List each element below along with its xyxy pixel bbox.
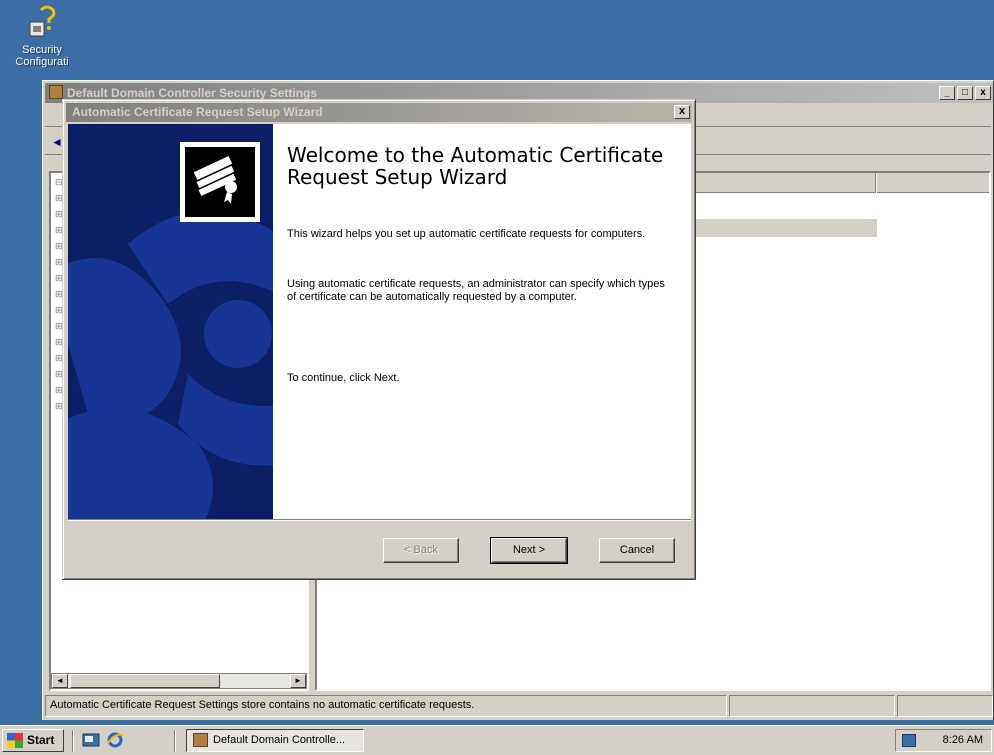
clock[interactable]: 8:26 AM xyxy=(943,730,983,751)
mmc-window-icon xyxy=(193,733,208,747)
scroll-left-icon[interactable]: ◄ xyxy=(52,674,68,688)
tree-expander-icon[interactable]: ⊞ xyxy=(55,401,63,411)
status-bar: Automatic Certificate Request Settings s… xyxy=(45,695,993,717)
tree-horizontal-scrollbar[interactable]: ◄ ► xyxy=(51,673,307,689)
windows-flag-icon xyxy=(7,733,23,748)
wizard-dialog: Automatic Certificate Request Setup Wiza… xyxy=(62,99,696,580)
network-icon[interactable] xyxy=(902,734,916,747)
tree-expander-icon[interactable]: ⊞ xyxy=(55,257,63,267)
wizard-content: Welcome to the Automatic Certificate Req… xyxy=(273,124,691,519)
tree-expander-icon[interactable]: ⊞ xyxy=(55,321,63,331)
status-cell xyxy=(729,695,895,717)
taskbar: Start Default Domain Controlle... 8:26 A… xyxy=(0,725,994,755)
wizard-heading: Welcome to the Automatic Certificate Req… xyxy=(287,143,664,189)
show-desktop-icon[interactable] xyxy=(82,731,100,749)
tree-expander-icon[interactable]: ⊞ xyxy=(55,289,63,299)
start-label: Start xyxy=(27,733,55,747)
toolbar-separator xyxy=(72,730,74,752)
tree-expander-icon[interactable]: ⊞ xyxy=(55,353,63,363)
tree-expander-icon[interactable]: ⊞ xyxy=(55,209,63,219)
status-cell xyxy=(897,695,993,717)
scroll-right-icon[interactable]: ► xyxy=(290,674,306,688)
status-text: Automatic Certificate Request Settings s… xyxy=(45,695,727,717)
cancel-button[interactable]: Cancel xyxy=(599,538,675,563)
maximize-button[interactable]: □ xyxy=(957,86,973,100)
wizard-divider xyxy=(68,519,691,521)
wizard-title-text: Automatic Certificate Request Setup Wiza… xyxy=(72,105,323,119)
toolbar-separator xyxy=(174,730,176,752)
mmc-window-icon xyxy=(49,85,63,99)
close-button[interactable]: x xyxy=(975,86,991,100)
desktop-icon-security-configuration[interactable]: Security Configurati xyxy=(10,4,74,68)
minimize-button[interactable]: _ xyxy=(939,86,955,100)
wizard-intro-text: This wizard helps you set up automatic c… xyxy=(287,228,646,240)
wizard-banner xyxy=(68,124,273,519)
tree-expander-icon[interactable]: ⊞ xyxy=(55,385,63,395)
mmc-title-text: Default Domain Controller Security Setti… xyxy=(67,86,318,100)
wizard-close-button[interactable]: x xyxy=(674,105,690,119)
taskbar-button-mmc[interactable]: Default Domain Controlle... xyxy=(186,729,364,752)
wizard-continue-text: To continue, click Next. xyxy=(287,372,400,384)
wizard-description-text: Using automatic certificate requests, an… xyxy=(287,278,665,303)
next-button[interactable]: Next > xyxy=(490,537,568,564)
tree-expander-icon[interactable]: ⊞ xyxy=(55,225,63,235)
internet-explorer-icon[interactable] xyxy=(106,731,124,749)
security-config-icon xyxy=(27,4,57,44)
system-tray: 8:26 AM xyxy=(895,729,992,752)
taskbar-button-label: Default Domain Controlle... xyxy=(213,734,346,746)
desktop-icon-label: Security Configurati xyxy=(15,44,69,68)
tree-expander-icon[interactable]: ⊞ xyxy=(55,273,63,283)
scroll-thumb[interactable] xyxy=(70,674,220,688)
certificate-stack-icon xyxy=(180,142,260,222)
back-button[interactable]: < Back xyxy=(383,538,459,563)
tree-expander-icon[interactable]: ⊞ xyxy=(55,241,63,251)
tree-expander-icon[interactable]: ⊞ xyxy=(55,305,63,315)
tree-expander-icon[interactable]: ⊞ xyxy=(55,337,63,347)
tree-expander-icon[interactable]: ⊞ xyxy=(55,193,63,203)
start-button[interactable]: Start xyxy=(2,729,64,752)
wizard-title-bar[interactable]: Automatic Certificate Request Setup Wiza… xyxy=(66,103,692,122)
tree-expander-icon[interactable]: ⊞ xyxy=(55,369,63,379)
tree-expander-icon[interactable]: ⊟ xyxy=(55,177,63,187)
